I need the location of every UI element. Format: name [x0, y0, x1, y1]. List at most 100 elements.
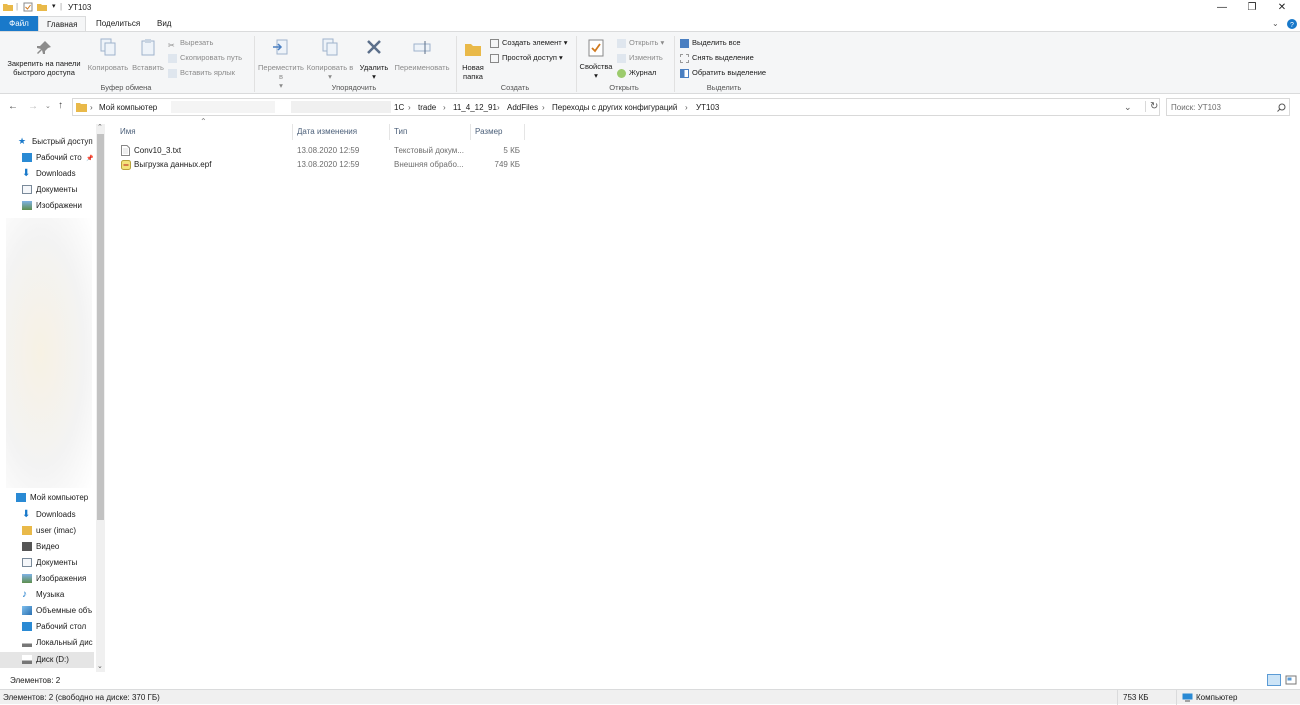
back-arrow-icon[interactable]: ← — [8, 101, 18, 112]
nav-pc-item-local-disk[interactable]: Локальный дис — [22, 635, 94, 651]
tab-view[interactable]: Вид — [149, 16, 179, 31]
pictures-icon — [22, 201, 32, 211]
title-bar: | ▾ | УТ103 — ❐ ✕ — [0, 0, 1300, 16]
nav-pc-item-label: Изображения — [36, 574, 87, 583]
recent-locations-icon[interactable]: ⌄ — [45, 102, 51, 110]
column-separator[interactable] — [524, 124, 525, 140]
properties-icon[interactable] — [23, 2, 33, 12]
nav-quick-item-desktop[interactable]: Рабочий сто — [22, 150, 94, 166]
nav-pc-item-downloads[interactable]: ⬇ Downloads — [22, 507, 94, 523]
breadcrumb-item[interactable]: 11_4_12_91 — [453, 103, 497, 112]
forward-arrow-icon[interactable]: → — [28, 101, 38, 112]
address-dropdown-icon[interactable]: ⌄ — [1124, 102, 1132, 113]
invert-selection-button[interactable]: Обратить выделение — [680, 66, 766, 79]
column-header-size[interactable]: Размер — [475, 127, 503, 136]
help-icon[interactable]: ? — [1287, 19, 1297, 29]
nav-pc-item-label: Объемные объ — [36, 606, 93, 615]
nav-pc-item-desktop[interactable]: Рабочий стол — [22, 619, 94, 635]
breadcrumb-item[interactable]: УТ103 — [696, 103, 719, 112]
breadcrumb-root[interactable]: Мой компьютер — [99, 103, 157, 112]
scroll-up-icon[interactable]: ⌃ — [97, 123, 103, 131]
nav-pc-item-pictures[interactable]: Изображения — [22, 571, 94, 587]
sort-indicator-icon: ⌃ — [200, 117, 207, 126]
open-group-label: Открыть — [609, 83, 639, 92]
tab-share[interactable]: Поделиться — [88, 16, 148, 31]
copy-path-button[interactable]: Скопировать путь — [168, 51, 242, 64]
scroll-down-icon[interactable]: ⌄ — [97, 662, 103, 670]
customize-qa-icon[interactable]: ▾ — [52, 2, 56, 10]
cut-button[interactable]: ✂ Вырезать — [168, 36, 213, 50]
address-bar[interactable]: › Мой компьютер 1C › trade › 11_4_12_91 … — [72, 98, 1160, 116]
column-separator[interactable] — [292, 124, 293, 140]
up-arrow-icon[interactable]: ↑ — [58, 100, 63, 111]
nav-scrollbar-thumb[interactable] — [97, 134, 104, 520]
tab-file[interactable]: Файл — [0, 16, 38, 31]
nav-pc-item-label: Локальный дис — [36, 638, 93, 647]
new-item-button[interactable]: Создать элемент ▾ — [490, 36, 568, 49]
nav-this-pc[interactable]: Мой компьютер — [16, 490, 88, 506]
breadcrumb-item[interactable]: 1C — [394, 103, 404, 112]
select-none-label: Снять выделение — [692, 53, 754, 62]
edit-button[interactable]: Изменить — [617, 51, 663, 64]
nav-quick-access[interactable]: ★ Быстрый доступ — [18, 134, 93, 150]
column-header-name[interactable]: Имя — [120, 127, 136, 136]
breadcrumb-item[interactable]: trade — [418, 103, 436, 112]
search-box[interactable]: Поиск: УТ103 — [1166, 98, 1290, 116]
rename-button[interactable]: Переименовать — [392, 38, 452, 72]
move-to-label: Переместить в — [258, 63, 304, 81]
nav-pc-item-documents[interactable]: Документы — [22, 555, 94, 571]
select-none-button[interactable]: Снять выделение — [680, 51, 754, 64]
download-arrow-icon: ⬇ — [22, 168, 31, 180]
select-all-button[interactable]: Выделить все — [680, 36, 741, 49]
large-icons-view-icon[interactable] — [1285, 674, 1297, 686]
file-name: Conv10_3.txt — [134, 146, 182, 155]
paste-label: Вставить — [132, 63, 164, 72]
nav-pc-item-music[interactable]: ♪ Музыка — [22, 587, 94, 603]
tab-home[interactable]: Главная — [38, 16, 87, 31]
nav-quick-item-documents[interactable]: Документы — [22, 182, 94, 198]
nav-pc-item-user[interactable]: user (imac) — [22, 523, 94, 539]
open-label: Открыть — [629, 38, 659, 47]
rename-label: Переименовать — [394, 63, 450, 72]
redacted-path-segment — [171, 101, 275, 113]
paste-shortcut-button[interactable]: Вставить ярлык — [168, 66, 235, 79]
minimize-button[interactable]: — — [1206, 0, 1238, 16]
column-separator[interactable] — [389, 124, 390, 140]
refresh-icon[interactable]: ↻ — [1145, 101, 1158, 112]
pin-quick-access-button[interactable]: Закрепить на панели быстрого доступа — [3, 40, 85, 77]
title-separator: | — [16, 2, 19, 11]
column-separator[interactable] — [470, 124, 471, 140]
new-folder-button[interactable]: Новая папка — [458, 40, 488, 81]
nav-pc-item-videos[interactable]: Видео — [22, 539, 94, 555]
pictures-icon — [22, 574, 32, 584]
collapse-ribbon-icon[interactable]: ⌄ — [1272, 19, 1279, 28]
paste-button[interactable]: Вставить — [131, 38, 165, 72]
new-folder-icon[interactable] — [37, 2, 47, 12]
copy-button[interactable]: Копировать — [86, 38, 130, 72]
delete-button[interactable]: Удалить ▾ — [356, 38, 392, 81]
table-row[interactable]: Conv10_3.txt 13.08.2020 12:59 Текстовый … — [118, 144, 528, 158]
copy-to-button[interactable]: Копировать в ▾ — [306, 38, 354, 81]
column-header-type[interactable]: Тип — [394, 127, 407, 136]
search-input[interactable]: Поиск: УТ103 — [1171, 103, 1221, 112]
delete-icon — [367, 40, 381, 54]
nav-quick-item-pictures[interactable]: Изображени — [22, 198, 94, 214]
file-size: 5 КБ — [503, 146, 520, 155]
column-header-date[interactable]: Дата изменения — [297, 127, 357, 136]
nav-quick-item-downloads[interactable]: ⬇ Downloads — [22, 166, 94, 182]
close-button[interactable]: ✕ — [1266, 0, 1298, 16]
breadcrumb-item[interactable]: Переходы с других конфигураций — [552, 103, 677, 112]
nav-pc-item-3d-objects[interactable]: Объемные объ — [22, 603, 94, 619]
ribbon-tabs: Файл Главная Поделиться Вид ⌄ ? — [0, 16, 1300, 31]
open-button[interactable]: Открыть ▾ — [617, 36, 664, 49]
details-view-icon[interactable] — [1267, 674, 1281, 686]
restore-button[interactable]: ❐ — [1236, 0, 1268, 16]
breadcrumb-item[interactable]: AddFiles — [507, 103, 538, 112]
history-button[interactable]: Журнал — [617, 66, 656, 79]
restore-icon: ❐ — [1247, 2, 1257, 13]
nav-pc-item-label: Диск (D:) — [36, 655, 69, 664]
easy-access-button[interactable]: Простой доступ ▾ — [490, 51, 563, 64]
nav-pc-item-disk-d[interactable]: Диск (D:) — [0, 652, 94, 668]
properties-button[interactable]: Свойства ▾ — [578, 38, 614, 80]
table-row[interactable]: Выгрузка данных.epf 13.08.2020 12:59 Вне… — [118, 158, 528, 172]
